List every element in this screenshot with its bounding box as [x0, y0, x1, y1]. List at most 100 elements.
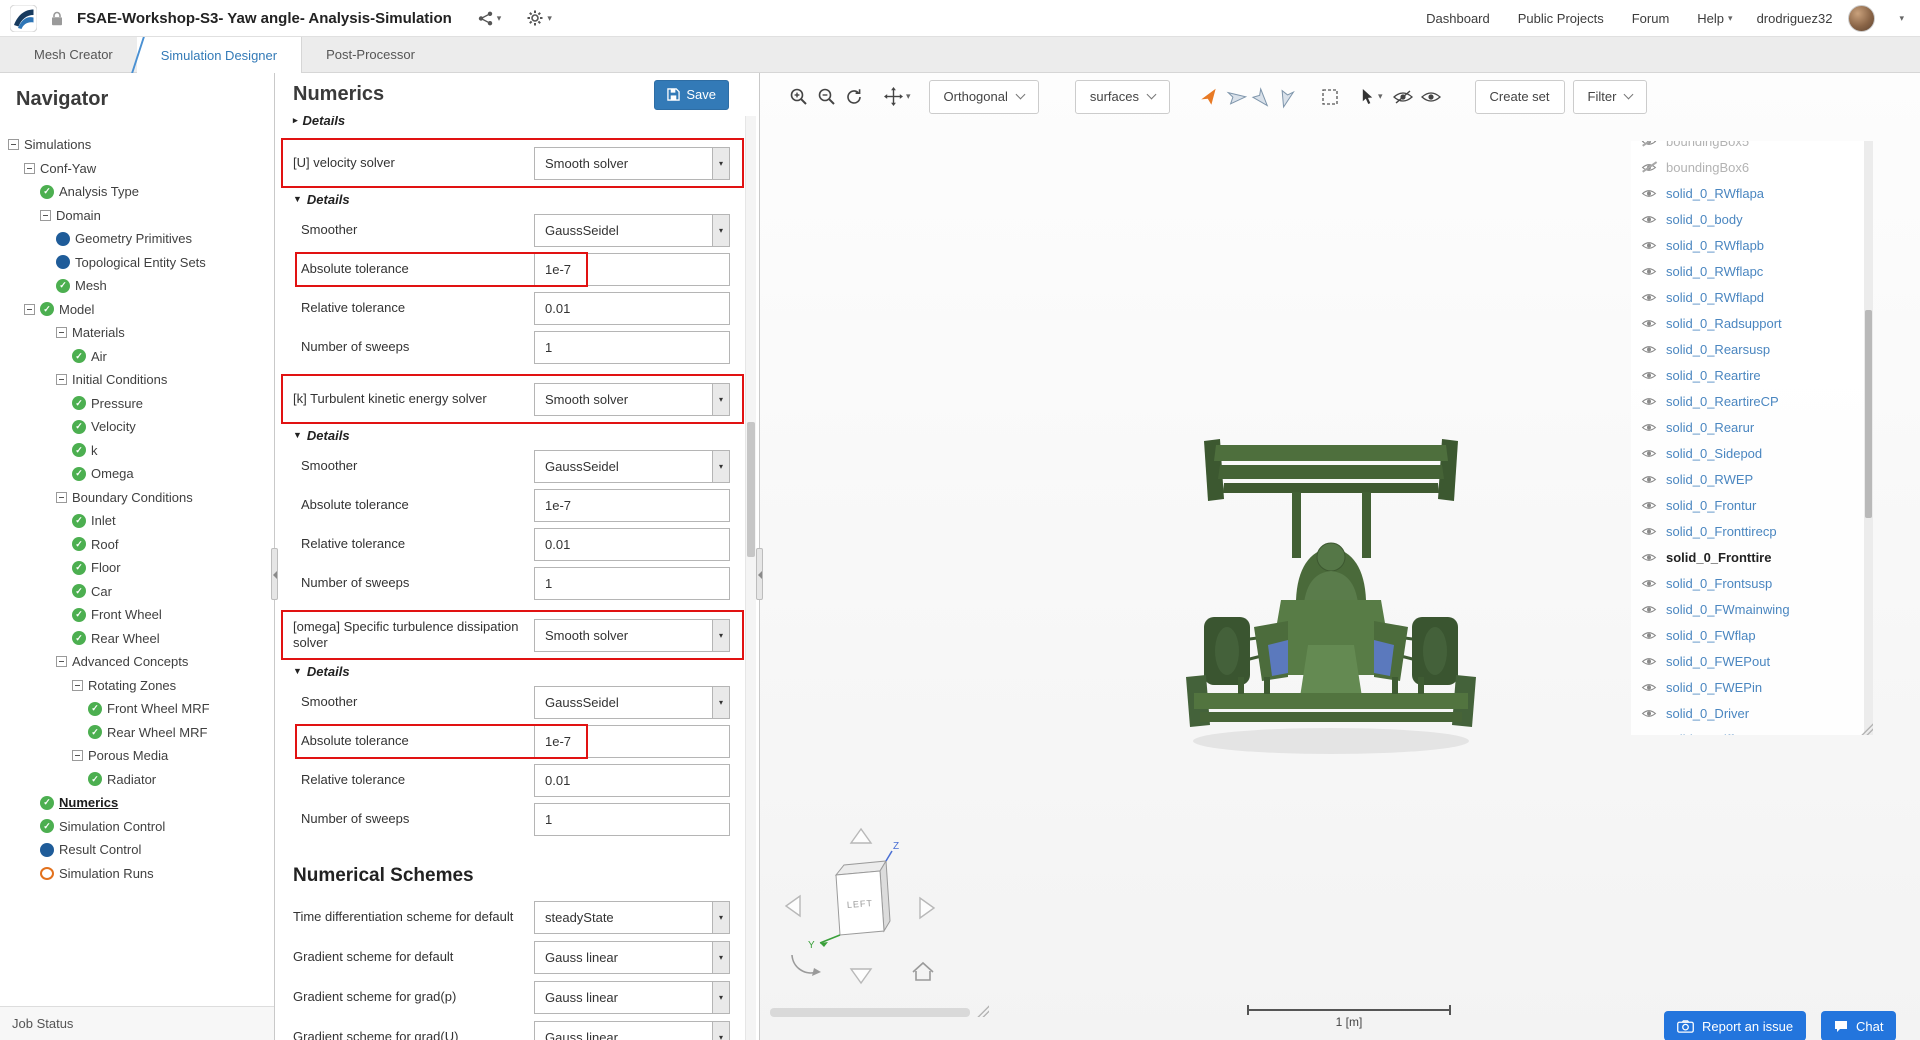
- tree-item[interactable]: Roof: [0, 533, 274, 557]
- select-arrow-icon[interactable]: ▾: [712, 941, 729, 973]
- visibility-eye-icon[interactable]: [1641, 187, 1658, 200]
- top-nav-link[interactable]: Help ▾: [1697, 11, 1732, 26]
- projection-mode-dropdown[interactable]: Orthogonal: [928, 79, 1039, 114]
- visibility-eye-icon[interactable]: [1641, 161, 1658, 174]
- select-arrow-icon[interactable]: ▾: [712, 383, 729, 415]
- field-control[interactable]: Gauss linear ▾: [534, 1020, 730, 1040]
- field-control[interactable]: 1: [534, 567, 730, 600]
- scene-tree-item[interactable]: solid_0_ReartireCP: [1641, 388, 1873, 414]
- select-arrow-icon[interactable]: ▾: [712, 147, 729, 179]
- tree-item[interactable]: Rear Wheel: [0, 627, 274, 651]
- username-link[interactable]: drodriguez32: [1757, 11, 1833, 26]
- select-arrow-icon[interactable]: ▾: [712, 619, 729, 651]
- tree-item[interactable]: Mesh: [0, 274, 274, 298]
- scene-tree-item[interactable]: solid_0_Driver: [1641, 700, 1873, 726]
- select-arrow-icon[interactable]: ▾: [712, 687, 729, 718]
- visibility-eye-icon[interactable]: [1641, 499, 1658, 512]
- scene-tree-scrollbar[interactable]: [1864, 141, 1873, 735]
- tree-item[interactable]: Pressure: [0, 392, 274, 416]
- field-control[interactable]: steadyState ▾: [534, 900, 730, 934]
- scene-tree-item[interactable]: solid_0_FWflap: [1641, 622, 1873, 648]
- top-nav-link[interactable]: Public Projects: [1518, 11, 1608, 26]
- details-toggle[interactable]: ▸ Details: [293, 116, 730, 131]
- tree-item[interactable]: Conf-Yaw: [0, 157, 274, 181]
- tree-item[interactable]: Simulation Runs: [0, 862, 274, 886]
- tree-item[interactable]: Materials: [0, 321, 274, 345]
- scene-tree-item[interactable]: solid_0_RWflapb: [1641, 232, 1873, 258]
- chevron-down-icon[interactable]: ▾: [1899, 13, 1904, 24]
- tree-item[interactable]: Advanced Concepts: [0, 650, 274, 674]
- top-nav-link[interactable]: Forum: [1632, 11, 1674, 26]
- box-select-button[interactable]: [1316, 83, 1344, 111]
- view-orientation-plane-icon-2[interactable]: [1222, 84, 1248, 110]
- scene-tree-item[interactable]: solid_0_RWflapd: [1641, 284, 1873, 310]
- solver-select[interactable]: Smooth solver ▾: [534, 618, 730, 652]
- report-issue-button[interactable]: Report an issue: [1664, 1011, 1807, 1040]
- visibility-eye-icon[interactable]: [1641, 551, 1658, 564]
- view-orientation-plane-icon-1[interactable]: [1196, 84, 1222, 110]
- select-arrow-icon[interactable]: ▾: [712, 901, 729, 933]
- visibility-eye-icon[interactable]: [1641, 317, 1658, 330]
- tree-item[interactable]: Velocity: [0, 415, 274, 439]
- field-control[interactable]: 1: [534, 803, 730, 836]
- visibility-eye-icon[interactable]: [1641, 343, 1658, 356]
- tree-expander-icon[interactable]: [24, 162, 35, 174]
- tree-item[interactable]: Boundary Conditions: [0, 486, 274, 510]
- visibility-eye-icon[interactable]: [1641, 141, 1658, 148]
- field-control[interactable]: 0.01: [534, 528, 730, 561]
- scene-tree-item[interactable]: solid_0_RWflapc: [1641, 258, 1873, 284]
- user-avatar[interactable]: [1848, 4, 1876, 32]
- select-tool-button[interactable]: ▾: [1360, 88, 1383, 105]
- visibility-eye-icon[interactable]: [1641, 707, 1658, 720]
- visibility-eye-icon[interactable]: [1641, 239, 1658, 252]
- tree-expander-icon[interactable]: [24, 303, 35, 315]
- field-control[interactable]: GaussSeidel ▾: [534, 214, 730, 247]
- visibility-eye-icon[interactable]: [1641, 213, 1658, 226]
- visibility-eye-icon[interactable]: [1641, 733, 1658, 736]
- tree-expander-icon[interactable]: [40, 209, 51, 221]
- scrollbar-thumb[interactable]: [747, 422, 755, 557]
- panel-resize-handle[interactable]: [756, 548, 763, 600]
- chat-button[interactable]: Chat: [1821, 1011, 1897, 1040]
- filter-dropdown[interactable]: Filter: [1572, 79, 1648, 114]
- select-arrow-icon[interactable]: ▾: [712, 215, 729, 246]
- scene-tree-item[interactable]: boundingBox5: [1641, 141, 1873, 154]
- panel-scrollbar[interactable]: [745, 116, 756, 1040]
- tree-item[interactable]: Car: [0, 580, 274, 604]
- tree-expander-icon[interactable]: [56, 374, 67, 386]
- save-button[interactable]: Save: [654, 79, 729, 110]
- scene-tree-item[interactable]: solid_0_Radsupport: [1641, 310, 1873, 336]
- scene-tree-item[interactable]: solid_0_FWEPout: [1641, 648, 1873, 674]
- orientation-widget[interactable]: LEFT Y Z: [780, 825, 940, 990]
- tree-item[interactable]: Topological Entity Sets: [0, 251, 274, 275]
- select-arrow-icon[interactable]: ▾: [712, 451, 729, 482]
- tree-expander-icon[interactable]: [56, 327, 67, 339]
- visibility-eye-icon[interactable]: [1641, 395, 1658, 408]
- tree-item[interactable]: Inlet: [0, 509, 274, 533]
- scene-tree-item[interactable]: solid_0_Rearur: [1641, 414, 1873, 440]
- resize-grip[interactable]: [976, 1004, 989, 1017]
- details-toggle[interactable]: ▼ Details: [293, 659, 730, 683]
- tree-item[interactable]: Model: [0, 298, 274, 322]
- solver-select[interactable]: Smooth solver ▾: [534, 382, 730, 416]
- tree-expander-icon[interactable]: [72, 679, 83, 691]
- visibility-eye-icon[interactable]: [1641, 577, 1658, 590]
- scene-tree-item[interactable]: solid_0_Rearsusp: [1641, 336, 1873, 362]
- show-all-button[interactable]: [1417, 83, 1445, 111]
- visibility-eye-icon[interactable]: [1641, 655, 1658, 668]
- visibility-eye-icon[interactable]: [1641, 291, 1658, 304]
- job-status-bar[interactable]: Job Status: [0, 1006, 274, 1040]
- tree-item[interactable]: Front Wheel MRF: [0, 697, 274, 721]
- tree-item[interactable]: Air: [0, 345, 274, 369]
- tree-item[interactable]: k: [0, 439, 274, 463]
- scene-tree-item[interactable]: solid_0_Frontsusp: [1641, 570, 1873, 596]
- scene-tree-item[interactable]: solid_0_FWEPin: [1641, 674, 1873, 700]
- view-orientation-plane-icon-3[interactable]: [1248, 84, 1274, 110]
- settings-gear-button[interactable]: ▾: [527, 10, 552, 26]
- tree-item[interactable]: Simulations: [0, 133, 274, 157]
- scene-tree-item[interactable]: solid_0_body: [1641, 206, 1873, 232]
- visibility-eye-icon[interactable]: [1641, 447, 1658, 460]
- scene-tree-item[interactable]: solid_0_Reartire: [1641, 362, 1873, 388]
- share-button[interactable]: ▾: [478, 11, 501, 26]
- field-control[interactable]: 0.01: [534, 292, 730, 325]
